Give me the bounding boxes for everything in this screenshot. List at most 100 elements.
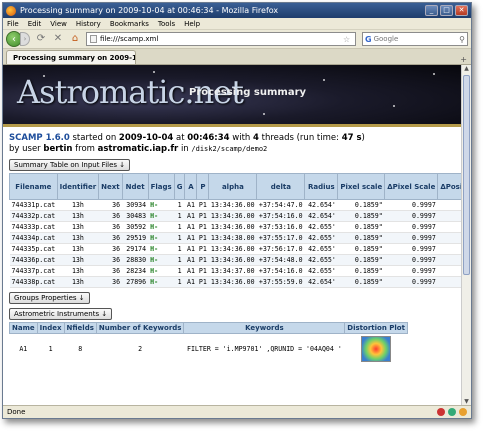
table-cell: 42.655' <box>304 254 338 266</box>
search-icon[interactable]: ⚲ <box>459 35 465 44</box>
menu-edit[interactable]: Edit <box>28 20 42 28</box>
table-cell: +37:54:48.0 <box>256 254 305 266</box>
software-name: SCAMP 1.6.0 <box>9 133 70 143</box>
table-cell: 13h <box>57 243 99 255</box>
table-cell: 13h <box>57 199 99 211</box>
instruments-col-header: Name <box>9 322 38 334</box>
menu-history[interactable]: History <box>76 20 101 28</box>
summary-col-header: Pixel scale <box>337 173 386 200</box>
instruments-col-header: Number of Keywords <box>95 322 185 334</box>
summary-col-header: Filename <box>9 173 58 200</box>
table-cell: 13h <box>57 276 99 288</box>
table-cell: 29519 <box>122 232 149 244</box>
search-bar[interactable]: G ⚲ <box>362 32 468 46</box>
close-button[interactable]: ✕ <box>455 5 468 16</box>
addon-icon[interactable] <box>437 408 445 416</box>
menu-bookmarks[interactable]: Bookmarks <box>110 20 149 28</box>
table-cell: P1 <box>196 265 209 277</box>
status-bar: Done <box>3 405 471 418</box>
table-row: 744333p.cat 13h 36 30592 H- 1 A1 P1 13:34:36.00 +… <box>9 221 463 233</box>
summary-table-toggle-button[interactable]: Summary Table on Input Files ↓ <box>9 159 131 171</box>
instruments-col-header: Distortion Plot <box>344 322 408 334</box>
vertical-scrollbar[interactable]: ▲ ▼ <box>461 65 471 407</box>
tab-processing-summary[interactable]: Processing summary on 2009-10-04... × <box>6 50 136 64</box>
table-cell: 1 <box>174 276 185 288</box>
summary-col-header: Identifier <box>56 173 100 200</box>
bookmark-star-icon[interactable]: ☆ <box>343 35 355 44</box>
menu-view[interactable]: View <box>50 20 67 28</box>
table-cell: -0.402303° <box>437 276 463 288</box>
run-duration: 47 s <box>341 133 362 143</box>
instruments-header-row: Name Index Nfields Number of Keywords Keywor… <box>9 322 408 334</box>
table-cell: 13:34:36.00 <box>208 276 257 288</box>
table-cell: P1 <box>196 221 209 233</box>
scrollbar-thumb[interactable] <box>463 75 470 275</box>
menu-file[interactable]: File <box>7 20 19 28</box>
table-cell: 0.1859" <box>337 232 385 244</box>
in-label: in <box>180 144 189 154</box>
table-cell <box>345 334 408 364</box>
menu-bar: File Edit View History Bookmarks Tools H… <box>3 18 471 30</box>
feed-icon[interactable] <box>459 408 467 416</box>
home-icon[interactable]: ⌂ <box>69 33 81 45</box>
table-cell: 36 <box>98 221 123 233</box>
table-cell: +37:55:59.0 <box>256 276 305 288</box>
table-cell: A1 <box>184 243 197 255</box>
table-cell: 744334p.cat <box>9 232 58 244</box>
thread-count: 4 <box>253 133 259 143</box>
table-cell: 13:34:37.00 <box>208 265 257 277</box>
table-cell: 0.9997 <box>384 243 438 255</box>
table-cell: 13:34:36.00 <box>208 221 257 233</box>
summary-col-header: ΔPixel Scale <box>384 173 439 200</box>
table-cell: A1 <box>184 232 197 244</box>
table-cell: 1 <box>174 210 185 222</box>
tab-label: Processing summary on 2009-10-04... <box>13 53 136 62</box>
menu-help[interactable]: Help <box>184 20 200 28</box>
table-cell: 0.9997 <box>384 254 438 266</box>
google-icon[interactable]: G <box>365 35 372 44</box>
forward-button[interactable]: › <box>20 32 30 46</box>
table-cell: 42.655' <box>304 221 338 233</box>
table-cell: 13h <box>57 221 99 233</box>
stop-icon[interactable]: ✕ <box>52 33 64 45</box>
table-cell: 0.9997 <box>384 276 438 288</box>
table-cell: 0.9997 <box>384 221 438 233</box>
instruments-col-header: Nfields <box>63 322 97 334</box>
reload-icon[interactable]: ⟳ <box>35 33 47 45</box>
summary-col-header: alpha <box>208 173 258 200</box>
title-bar[interactable]: Processing summary on 2009-10-04 at 00:4… <box>3 3 471 18</box>
table-cell: 1 <box>174 232 185 244</box>
astrometric-instruments-toggle-button[interactable]: Astrometric Instruments ↓ <box>9 308 113 320</box>
new-tab-icon[interactable]: + <box>460 55 467 64</box>
security-icon[interactable] <box>448 408 456 416</box>
table-cell: +37:55:17.0 <box>256 232 305 244</box>
search-input[interactable] <box>373 35 444 43</box>
table-cell: 0.1859" <box>337 199 385 211</box>
table-cell: 1 <box>48 344 53 353</box>
page-icon <box>90 35 97 43</box>
table-cell: -0.402013° <box>437 243 463 255</box>
table-cell: A1 <box>184 199 197 211</box>
minimize-button[interactable]: _ <box>425 5 438 16</box>
with-label: with <box>232 133 251 143</box>
table-cell: 13:34:36.00 <box>208 210 257 222</box>
table-cell: 13h <box>57 210 99 222</box>
table-cell: 42.654' <box>304 210 338 222</box>
table-cell: 0.9997 <box>384 232 438 244</box>
groups-properties-toggle-button[interactable]: Groups Properties ↓ <box>9 292 90 304</box>
url-bar[interactable]: ☆ <box>86 32 356 46</box>
table-cell: P1 <box>196 232 209 244</box>
browser-window: Processing summary on 2009-10-04 at 00:4… <box>2 2 472 419</box>
url-input[interactable] <box>100 35 343 43</box>
table-cell: 744338p.cat <box>9 276 58 288</box>
scroll-up-icon[interactable]: ▲ <box>462 65 471 74</box>
table-cell: 13:34:36.00 <box>208 199 257 211</box>
table-cell: 36 <box>98 210 123 222</box>
menu-tools[interactable]: Tools <box>158 20 175 28</box>
distortion-plot-thumbnail[interactable] <box>361 335 392 362</box>
table-cell: H- <box>148 265 175 277</box>
summary-header-row: Filename Identifier Next Ndet Flags G A Palpha d… <box>9 173 463 200</box>
maximize-button[interactable]: □ <box>440 5 453 16</box>
table-cell: P1 <box>196 243 209 255</box>
summary-col-header: A <box>184 173 198 200</box>
